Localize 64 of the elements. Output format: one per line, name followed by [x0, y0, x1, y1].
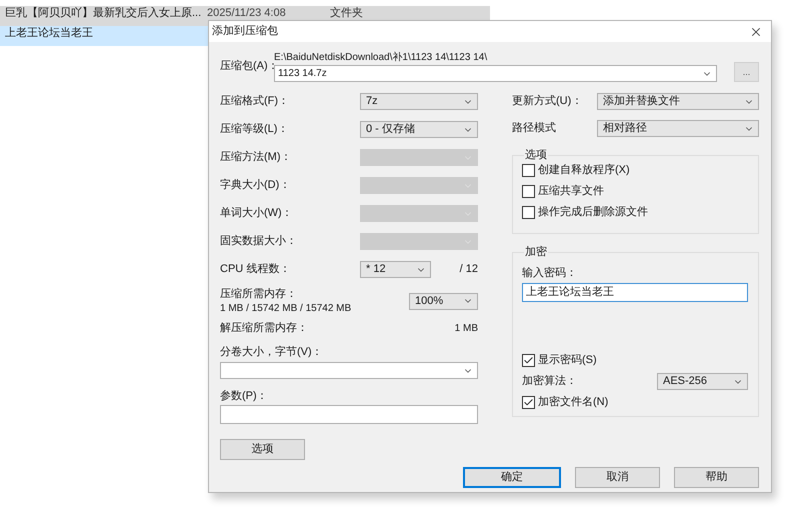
- field-label: CPU 线程数：: [220, 262, 292, 278]
- dropdown[interactable]: * 12: [360, 261, 431, 278]
- dropdown[interactable]: 相对路径: [597, 120, 759, 137]
- thread-total: / 12: [460, 262, 478, 278]
- field-label: 压缩包(A)：: [220, 60, 274, 72]
- browse-button[interactable]: ...: [734, 62, 759, 82]
- field-label: 压缩格式(F)：: [220, 94, 290, 110]
- dropdown[interactable]: 7z: [360, 93, 478, 110]
- field-label: 参数(P)：: [220, 389, 269, 402]
- password-field[interactable]: 上老王论坛当老王: [522, 282, 748, 302]
- options-button[interactable]: 选项: [220, 439, 305, 460]
- field-label: 固实数据大小：: [220, 234, 297, 250]
- password-value: 上老王论坛当老王: [526, 284, 614, 300]
- field-label: 压缩等级(L)：: [220, 122, 288, 138]
- dropdown-value: 相对路径: [603, 121, 647, 136]
- field-label: 更新方式(U)：: [512, 94, 582, 110]
- window-title: 添加到压缩包: [212, 24, 278, 40]
- checkbox[interactable]: [522, 206, 535, 219]
- dropdown[interactable]: AES-256: [657, 373, 748, 390]
- parameters-field[interactable]: [220, 405, 478, 424]
- archive-name-field[interactable]: 1123 14.7z: [274, 65, 717, 82]
- field-label: 压缩方法(M)：: [220, 150, 292, 166]
- dropdown-value: 7z: [366, 94, 378, 110]
- archive-name: 1123 14.7z: [278, 67, 327, 81]
- field-label: 解压缩所需内存：: [220, 320, 308, 336]
- checkbox-label: 操作完成后删除源文件: [538, 204, 648, 220]
- dropdown[interactable]: 0 - 仅存储: [360, 121, 478, 138]
- check-icon: [523, 397, 534, 408]
- dialog-button[interactable]: 帮助: [674, 467, 759, 488]
- dialog-button[interactable]: 确定: [463, 467, 561, 488]
- dropdown[interactable]: 添加并替换文件: [597, 93, 759, 110]
- checkbox-label: 加密文件名(N): [538, 394, 608, 410]
- dropdown-value: AES-256: [663, 374, 708, 390]
- group-title: 加密: [524, 244, 548, 260]
- check-icon: [523, 355, 534, 366]
- field-label: 压缩所需内存：: [220, 286, 298, 300]
- dropdown-value: * 12: [366, 262, 386, 278]
- checkbox-label: 显示密码(S): [538, 352, 597, 368]
- checkbox-label: 创建自释放程序(X): [538, 162, 630, 178]
- field-label: 分卷大小，字节(V)：: [220, 344, 324, 358]
- dropdown-value: 添加并替换文件: [603, 94, 680, 110]
- field-label: 输入密码：: [522, 266, 578, 278]
- group-title: 选项: [524, 148, 548, 163]
- field-label: 字典大小(D)：: [220, 178, 290, 194]
- dialog-button[interactable]: 取消: [575, 467, 660, 488]
- dropdown-value: 0 - 仅存储: [366, 122, 415, 138]
- file-date: 2025/11/23 4:08: [207, 7, 287, 20]
- archive-path: E:\BaiduNetdiskDownload\补1\1123 14\1123 14\: [274, 51, 488, 64]
- memory-detail: 1 MB / 15742 MB / 15742 MB: [220, 302, 352, 316]
- volume-size-field[interactable]: [220, 362, 478, 379]
- field-label: 加密算法：: [522, 374, 577, 390]
- file-name: 上老王论坛当老王: [5, 27, 94, 40]
- field-label: 路径模式: [512, 121, 556, 136]
- file-type: 文件夹: [330, 7, 363, 20]
- dropdown-value: 100%: [415, 294, 444, 309]
- checkbox[interactable]: [522, 354, 535, 367]
- decompress-memory-value: 1 MB: [454, 322, 478, 336]
- field-label: 单词大小(W)：: [220, 206, 293, 222]
- file-name: 巨乳【阿贝贝吖】最新乳交后入女上原...: [5, 7, 202, 20]
- checkbox-label: 压缩共享文件: [538, 184, 604, 200]
- checkbox[interactable]: [522, 396, 535, 409]
- dropdown[interactable]: 100%: [409, 292, 478, 310]
- checkbox[interactable]: [522, 164, 535, 177]
- checkbox[interactable]: [522, 185, 535, 198]
